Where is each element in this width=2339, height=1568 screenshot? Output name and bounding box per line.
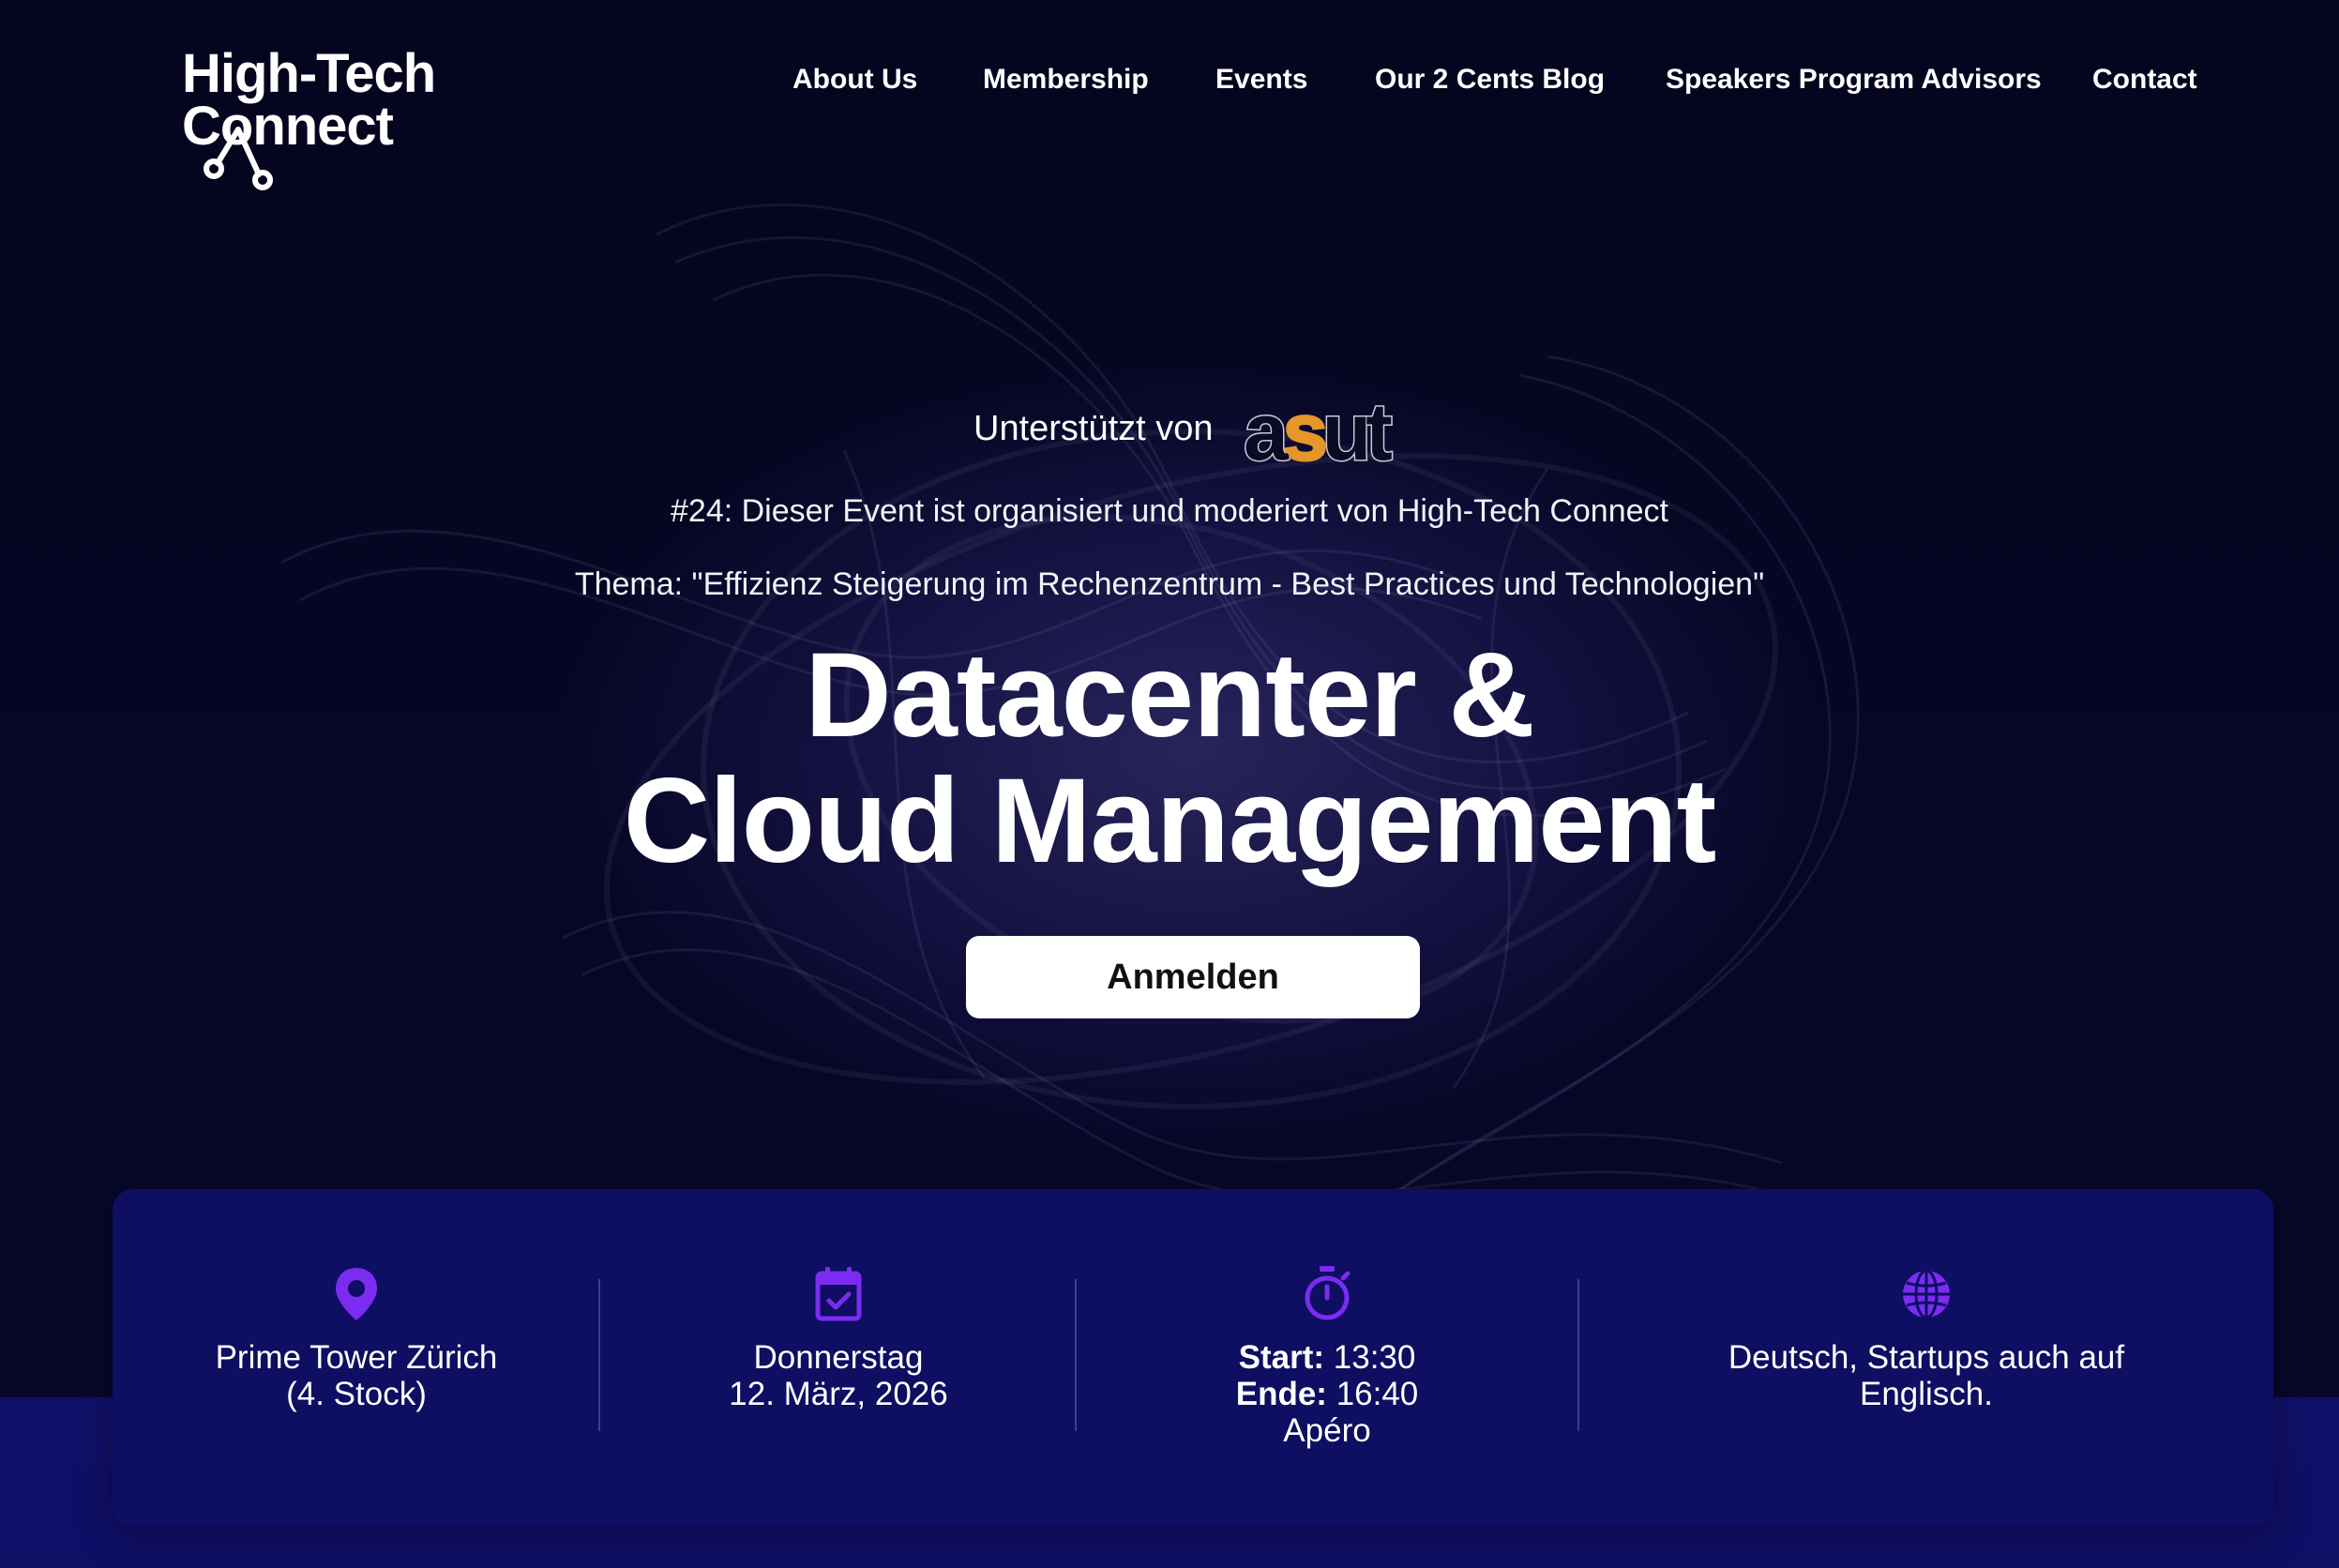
sponsor-line: Unterstützt von asut asut xyxy=(0,388,2339,473)
time-start: Start: 13:30 xyxy=(1077,1339,1577,1376)
logo-text-line1: High-Tech xyxy=(182,43,436,104)
nav-blog[interactable]: Our 2 Cents Blog xyxy=(1375,64,1605,96)
date-weekday: Donnerstag xyxy=(753,1339,924,1376)
location-pin-icon xyxy=(336,1268,377,1320)
info-time: Start: 13:30 Ende: 16:40 Apéro xyxy=(1077,1189,1577,1527)
globe-icon xyxy=(1903,1269,1950,1319)
register-button[interactable]: Anmelden xyxy=(966,936,1420,1018)
event-theme-line: Thema: "Effizienz Steigerung im Rechenze… xyxy=(574,566,1765,602)
network-nodes-icon xyxy=(204,127,273,190)
calendar-check-icon xyxy=(815,1267,862,1321)
event-title-line2: Cloud Management xyxy=(623,754,1717,888)
nav-speakers-program-advisors[interactable]: Speakers Program Advisors xyxy=(1666,64,2042,96)
supported-by-label: Unterstützt von xyxy=(973,409,1214,448)
location-line2: (4. Stock) xyxy=(286,1376,427,1412)
svg-text:asut: asut xyxy=(1244,388,1392,469)
start-label: Start: xyxy=(1238,1339,1325,1376)
asut-sponsor-logo[interactable]: asut asut xyxy=(1244,388,1412,469)
info-location: Prime Tower Zürich (4. Stock) xyxy=(113,1189,600,1527)
location-line1: Prime Tower Zürich xyxy=(215,1339,498,1376)
time-end: Ende: 16:40 xyxy=(1077,1376,1577,1412)
time-extra: Apéro xyxy=(1283,1412,1371,1449)
event-title-line1: Datacenter & xyxy=(805,628,1535,762)
info-date: Donnerstag 12. März, 2026 xyxy=(600,1189,1077,1527)
stopwatch-icon xyxy=(1305,1266,1351,1320)
event-organizer-line: #24: Dieser Event ist organisiert und mo… xyxy=(671,493,1668,529)
language-line2: Englisch. xyxy=(1859,1376,1994,1412)
end-value: 16:40 xyxy=(1335,1376,1419,1412)
end-label: Ende: xyxy=(1235,1376,1327,1412)
nav-events[interactable]: Events xyxy=(1215,64,1307,96)
start-value: 13:30 xyxy=(1333,1339,1416,1376)
nav-contact[interactable]: Contact xyxy=(2092,64,2197,96)
language-line1: Deutsch, Startups auch auf xyxy=(1728,1339,2125,1376)
site-logo[interactable]: High-Tech Connect xyxy=(180,41,480,191)
info-language: Deutsch, Startups auch auf Englisch. xyxy=(1579,1189,2273,1527)
event-info-card: Prime Tower Zürich (4. Stock) Donnerstag… xyxy=(113,1189,2273,1527)
date-full: 12. März, 2026 xyxy=(729,1376,948,1412)
nav-about-us[interactable]: About Us xyxy=(792,64,917,96)
nav-membership[interactable]: Membership xyxy=(983,64,1149,96)
